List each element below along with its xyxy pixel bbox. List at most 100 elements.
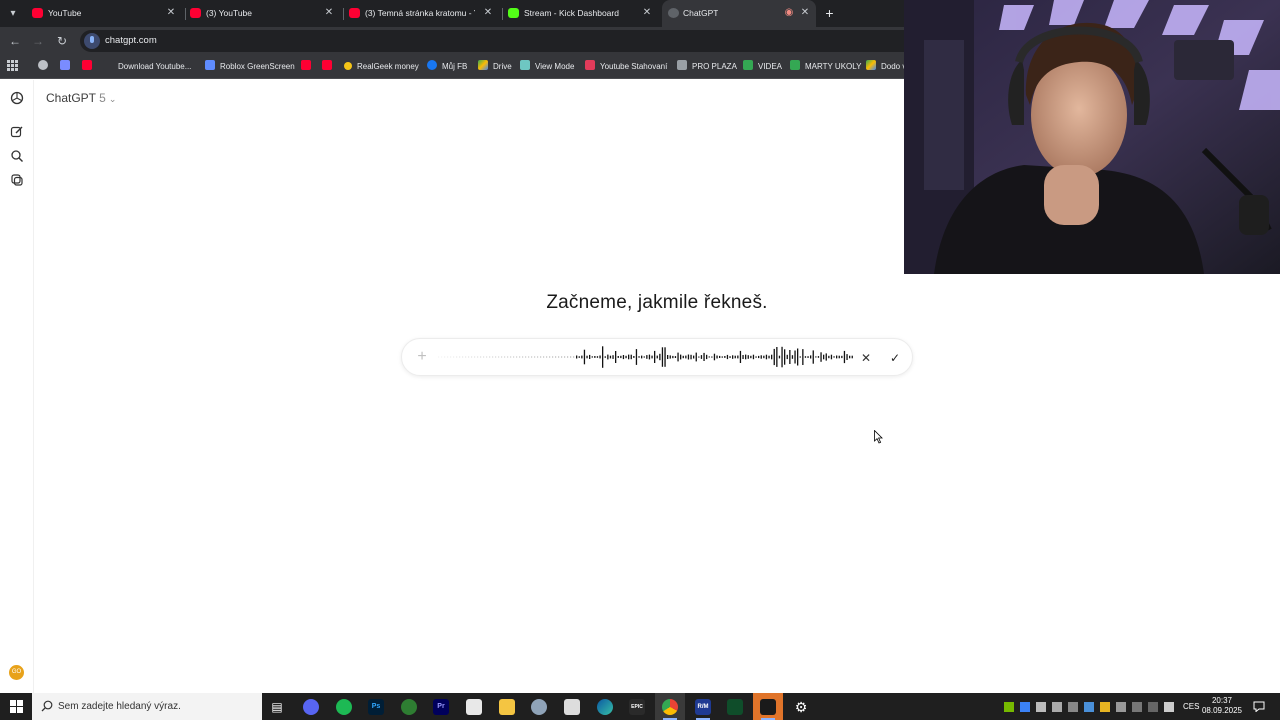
taskbar-clock[interactable]: 20:37 08.09.2025 xyxy=(1200,696,1244,716)
notification-center-icon[interactable] xyxy=(1253,701,1265,712)
tray-app-icon[interactable] xyxy=(1036,702,1046,712)
taskbar-green-app[interactable] xyxy=(720,693,750,720)
bookmark-videa[interactable]: VIDEA xyxy=(743,60,782,74)
app-icon xyxy=(60,60,70,70)
bookmark-realgeek-money[interactable]: RealGeek money xyxy=(344,60,419,74)
bookmark-dodo[interactable]: Dodo v xyxy=(866,60,904,74)
taskbar-spotify[interactable] xyxy=(329,693,359,720)
new-chat-icon[interactable] xyxy=(10,125,24,139)
taskbar-epic-games[interactable]: EPIC xyxy=(622,693,652,720)
tab-chatgpt[interactable]: ChatGPT ◉ ✕ xyxy=(662,0,816,27)
taskbar-leaf-app[interactable] xyxy=(394,693,424,720)
waveform-dot xyxy=(450,356,452,358)
close-tab-icon[interactable]: ✕ xyxy=(322,6,336,20)
bookmark-app[interactable] xyxy=(60,60,75,74)
bookmark-pro-plaza[interactable]: PRO PLAZA xyxy=(677,60,737,74)
waveform-dot xyxy=(516,356,518,358)
pro-icon xyxy=(677,60,687,70)
close-tab-icon[interactable]: ✕ xyxy=(164,6,178,20)
model-picker[interactable]: ChatGPT 5 ⌄ xyxy=(46,91,116,105)
tab-youtube-2[interactable]: (3) YouTube ✕ xyxy=(190,0,340,27)
windows-start-icon[interactable] xyxy=(10,700,23,713)
waveform-bar xyxy=(719,355,721,358)
apps-grid-icon[interactable] xyxy=(7,60,18,74)
language-indicator[interactable]: CES xyxy=(1183,702,1199,711)
waveform-bar xyxy=(742,355,744,359)
library-icon[interactable] xyxy=(10,173,24,187)
taskbar-search-box[interactable]: Sem zadejte hledaný výraz. xyxy=(32,693,262,720)
close-tab-icon[interactable]: ✕ xyxy=(481,6,495,20)
taskbar-window-app[interactable] xyxy=(557,693,587,720)
tab-youtube-1[interactable]: YouTube ✕ xyxy=(32,0,182,27)
tray-app-icon[interactable] xyxy=(1132,702,1142,712)
waveform-bar xyxy=(773,348,775,366)
waveform-bar xyxy=(672,355,674,359)
address-bar[interactable]: chatgpt.com xyxy=(80,30,904,52)
bookmark-roblox-greenscreen[interactable]: Roblox GreenScreen xyxy=(205,60,295,74)
waveform-bar xyxy=(695,352,697,362)
waveform-dot xyxy=(486,356,488,358)
taskbar-orange-app[interactable] xyxy=(753,693,783,720)
taskbar-rm-app[interactable]: R/M xyxy=(688,693,718,720)
search-icon[interactable] xyxy=(10,149,24,163)
tray-app-icon[interactable] xyxy=(1148,702,1158,712)
nvidia-tray-icon[interactable] xyxy=(1004,702,1014,712)
tab-kick[interactable]: Stream - Kick Dashboard ✕ xyxy=(508,0,658,27)
waveform-bar xyxy=(765,354,768,360)
bookmark-marty-ukoly[interactable]: MARTY UKOLY xyxy=(790,60,861,74)
waveform-bar xyxy=(589,354,591,359)
taskbar-file-explorer[interactable] xyxy=(492,693,522,720)
new-tab-button[interactable]: + xyxy=(822,6,837,21)
volume-icon[interactable] xyxy=(1052,702,1062,712)
close-tab-icon[interactable]: ✕ xyxy=(640,6,654,20)
waveform-bar xyxy=(721,356,723,358)
bookmark-facebook[interactable]: Můj FB xyxy=(427,60,467,74)
user-avatar[interactable]: GO xyxy=(9,665,24,680)
add-attachment-icon[interactable]: + xyxy=(414,349,430,365)
forward-arrow-icon[interactable]: → xyxy=(31,34,45,48)
waveform-dot xyxy=(507,356,509,358)
waveform-dot xyxy=(540,356,542,358)
waveform-bar xyxy=(594,356,596,358)
network-icon[interactable] xyxy=(1068,702,1078,712)
model-version: 5 xyxy=(99,91,106,105)
reload-icon[interactable]: ↻ xyxy=(55,34,69,48)
taskbar-task-view[interactable]: ▤ xyxy=(262,693,292,720)
close-tab-icon[interactable]: ✕ xyxy=(798,6,812,20)
waveform-bar xyxy=(591,356,593,358)
taskbar-store[interactable] xyxy=(459,693,489,720)
taskbar-photoshop[interactable]: Ps xyxy=(361,693,391,720)
waveform-bar xyxy=(706,354,708,360)
openai-logo-icon[interactable] xyxy=(10,91,24,105)
bookmark-view-mode[interactable]: View Mode xyxy=(520,60,574,74)
tray-app-icon[interactable] xyxy=(1084,702,1094,712)
bookmark-drive[interactable]: Drive xyxy=(478,60,512,74)
confirm-dictation-button[interactable]: ✓ xyxy=(886,349,904,367)
tab-youtube-3[interactable]: (3) Temná stránka kratomu - Yo ✕ xyxy=(349,0,499,27)
bookmark-youtube-2[interactable] xyxy=(301,60,316,74)
taskbar-edge[interactable] xyxy=(590,693,620,720)
back-arrow-icon[interactable]: ← xyxy=(8,34,22,48)
taskbar-discord[interactable] xyxy=(296,693,326,720)
display-tray-icon[interactable] xyxy=(1164,702,1174,712)
tray-app-icon[interactable] xyxy=(1020,702,1030,712)
waveform-dot xyxy=(504,356,506,358)
browser-tab-strip: ▾ YouTube ✕ (3) YouTube ✕ (3) Temná strá… xyxy=(0,0,904,27)
taskbar-premiere[interactable]: Pr xyxy=(426,693,456,720)
bookmark-globe[interactable] xyxy=(38,60,53,74)
bookmark-youtube-stahovani[interactable]: Youtube Stahovaní xyxy=(585,60,667,74)
url-text[interactable]: chatgpt.com xyxy=(105,35,157,46)
microphone-tray-icon[interactable] xyxy=(1116,702,1126,712)
taskbar-globe-app[interactable] xyxy=(524,693,554,720)
cancel-dictation-button[interactable]: ✕ xyxy=(857,349,875,367)
tab-search-chevron-icon[interactable]: ▾ xyxy=(4,5,22,22)
bookmark-youtube-3[interactable] xyxy=(322,60,337,74)
taskbar-chrome[interactable] xyxy=(655,693,685,720)
tab-separator xyxy=(185,8,186,20)
bookmark-youtube[interactable] xyxy=(82,60,97,74)
taskbar-settings[interactable]: ⚙ xyxy=(786,693,816,720)
waveform-bar xyxy=(828,355,830,359)
tray-app-icon[interactable] xyxy=(1100,702,1110,712)
microphone-icon[interactable] xyxy=(84,33,100,49)
bookmark-download-youtube[interactable]: Download Youtube... xyxy=(103,60,191,74)
